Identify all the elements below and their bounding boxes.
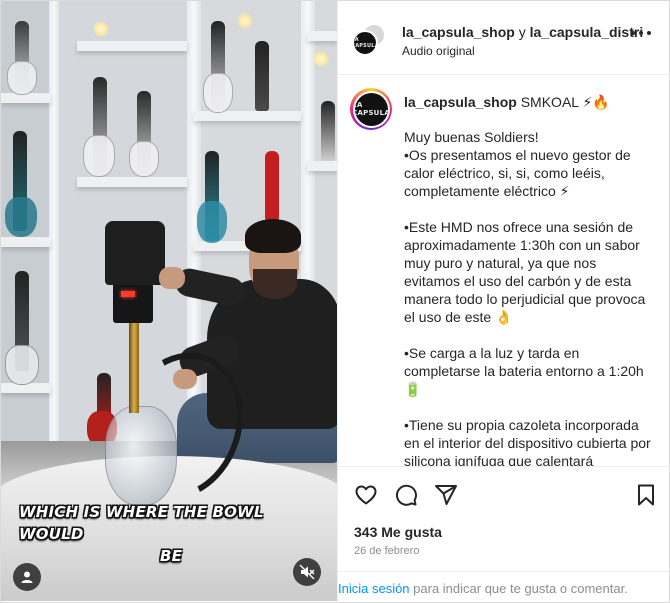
avatar-logo-text: LA CAPSULA — [354, 101, 388, 117]
story-ring-inner: LA CAPSULA — [352, 90, 390, 128]
caption-header: la_capsula_shop SMKOAL ⚡🔥 — [404, 94, 610, 111]
device-display — [121, 291, 135, 297]
person-beard — [253, 269, 297, 299]
post-actions: 343 Me gusta 26 de febrero — [338, 466, 669, 576]
ceiling-light — [313, 51, 329, 67]
caption-emojis: ⚡🔥 — [582, 94, 610, 110]
hookah-base — [7, 61, 37, 95]
electric-heat-device — [105, 221, 165, 285]
shelf — [193, 111, 301, 121]
video-caption: WHICH IS WHERE THE BOWL WOULD BE — [19, 501, 319, 567]
caption-paragraph: •Tiene su propia cazoleta incorporada en… — [404, 417, 651, 466]
caption-paragraph: Muy buenas Soldiers! — [404, 129, 539, 145]
hookah-display — [321, 101, 335, 161]
shelf — [77, 41, 187, 51]
authors-joiner: y — [514, 24, 530, 40]
shelf — [307, 31, 337, 41]
heart-icon[interactable] — [354, 483, 378, 507]
caption-tag: SMKOAL — [520, 94, 579, 110]
device-screen — [113, 283, 153, 323]
video-player[interactable]: WHICH IS WHERE THE BOWL WOULD BE — [1, 1, 337, 601]
login-prompt-text: Inicia sesión para indicar que te gusta … — [338, 581, 628, 596]
caption-line: WHICH IS WHERE THE BOWL WOULD — [19, 503, 264, 543]
hookah-stem — [129, 323, 139, 413]
hookah-display — [265, 151, 279, 221]
hookah-display — [255, 41, 269, 111]
caption-line: BE — [160, 547, 183, 565]
caption-paragraph: •Este HMD nos ofrece una sesión de aprox… — [404, 219, 646, 325]
comments-section[interactable]: LA CAPSULA la_capsula_shop SMKOAL ⚡🔥 Muy… — [338, 76, 669, 466]
shelf — [1, 237, 51, 247]
hookah-base — [5, 197, 37, 237]
dot-icon — [647, 31, 651, 35]
user-icon — [21, 571, 33, 583]
mute-button[interactable] — [293, 558, 321, 586]
login-link[interactable]: Inicia sesión — [338, 581, 410, 596]
likes-count[interactable]: 343 Me gusta — [354, 524, 442, 540]
login-prompt: Inicia sesión para indicar que te gusta … — [338, 571, 669, 602]
post-date[interactable]: 26 de febrero — [354, 545, 419, 557]
collab-username[interactable]: la_capsula_distri — [530, 24, 644, 40]
tagged-users-button[interactable] — [13, 563, 41, 591]
author-username[interactable]: la_capsula_shop — [402, 24, 515, 40]
bookmark-icon[interactable] — [634, 483, 658, 507]
login-rest: para indicar que te gusta o comentar. — [409, 581, 628, 596]
hookah-base — [83, 135, 115, 177]
muted-speaker-icon — [299, 564, 315, 580]
comment-avatar: LA CAPSULA — [354, 92, 388, 126]
ceiling-light — [237, 13, 253, 29]
shelf-pillar — [49, 1, 59, 441]
caption-paragraph: •Os presentamos el nuevo gestor de calor… — [404, 147, 631, 199]
ceiling-light — [93, 21, 109, 37]
hookah-glass-base — [105, 406, 177, 506]
comment-icon[interactable] — [394, 483, 418, 507]
share-icon[interactable] — [434, 483, 458, 507]
avatar-logo-text: LA CAPSULA — [352, 37, 378, 49]
person-hair — [245, 219, 301, 253]
story-ring[interactable]: LA CAPSULA — [350, 88, 392, 130]
shelf — [77, 177, 187, 187]
author-avatar[interactable]: LA CAPSULA — [352, 30, 378, 56]
caption-text: Muy buenas Soldiers! •Os presentamos el … — [404, 128, 654, 466]
person-hand — [159, 267, 185, 289]
caption-username[interactable]: la_capsula_shop — [404, 94, 517, 110]
dot-icon — [639, 31, 643, 35]
dot-icon — [631, 31, 635, 35]
caption-paragraph: •Se carga a la luz y tarda en completars… — [404, 345, 644, 397]
shelf — [307, 161, 337, 171]
hookah-base — [203, 73, 233, 113]
hookah-base — [129, 141, 159, 177]
audio-label[interactable]: Audio original — [402, 44, 475, 58]
hookah-base — [197, 201, 227, 243]
hookah-base — [5, 345, 39, 385]
more-options-button[interactable] — [631, 23, 651, 43]
post-authors: la_capsula_shop y la_capsula_distri — [402, 24, 643, 40]
